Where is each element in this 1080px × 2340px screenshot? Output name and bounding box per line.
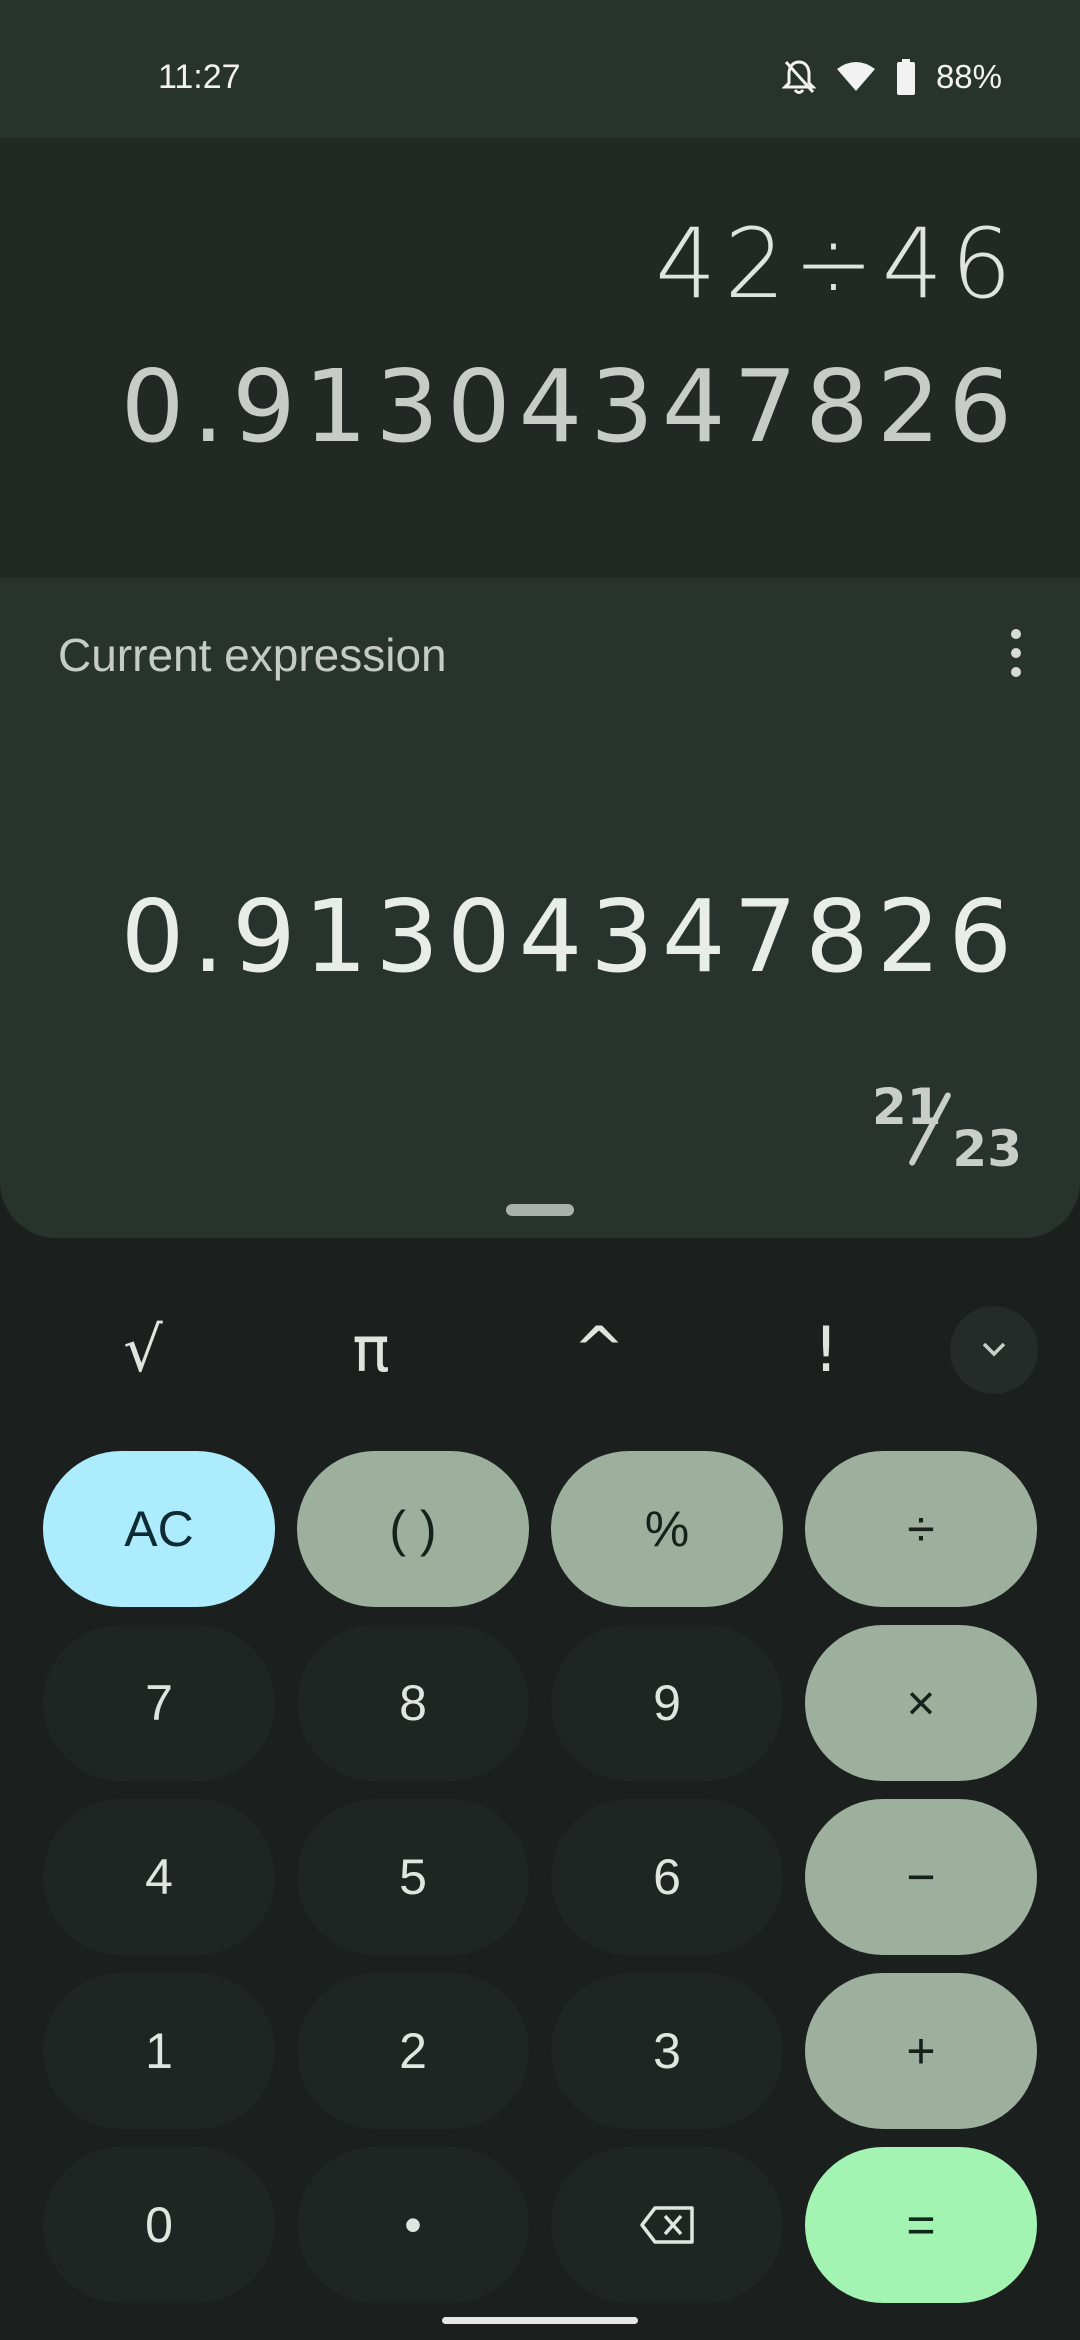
digit-1-button[interactable]: 1 (43, 1973, 275, 2129)
sqrt-button[interactable]: √ (83, 1300, 203, 1400)
history-expression[interactable]: 42÷46 (655, 208, 1020, 320)
digit-7-button[interactable]: 7 (43, 1625, 275, 1781)
divide-button[interactable]: ÷ (805, 1451, 1037, 1607)
decimal-button[interactable]: • (297, 2147, 529, 2303)
bell-off-icon (781, 58, 816, 96)
battery-icon (896, 59, 916, 95)
factorial-button[interactable]: ! (766, 1300, 886, 1400)
digit-2-button[interactable]: 2 (297, 1973, 529, 2129)
history-panel[interactable]: 42÷46 0.91304347826 (0, 138, 1080, 578)
digit-3-button[interactable]: 3 (551, 1973, 783, 2129)
digit-5-button[interactable]: 5 (297, 1799, 529, 1955)
fraction-denominator: 23 (952, 1120, 1022, 1178)
percent-button[interactable]: % (551, 1451, 783, 1607)
multiply-button[interactable]: × (805, 1625, 1037, 1781)
status-bar: 11:27 88% (0, 0, 1080, 138)
history-result[interactable]: 0.91304347826 (121, 348, 1020, 465)
digit-4-button[interactable]: 4 (43, 1799, 275, 1955)
backspace-button[interactable] (551, 2147, 783, 2303)
current-value: 0.91304347826 (120, 878, 1020, 995)
drag-handle[interactable] (506, 1204, 574, 1216)
expand-button[interactable] (950, 1306, 1038, 1394)
chevron-down-icon (982, 1342, 1006, 1357)
current-expression-label: Current expression (58, 629, 447, 681)
fraction-result[interactable]: 21 23 (872, 1078, 1022, 1178)
parentheses-button[interactable]: ( ) (297, 1451, 529, 1607)
digit-6-button[interactable]: 6 (551, 1799, 783, 1955)
power-button[interactable]: ^ (539, 1300, 659, 1400)
battery-percent: 88% (935, 58, 1002, 95)
equals-button[interactable]: = (805, 2147, 1037, 2303)
home-indicator[interactable] (442, 2317, 638, 2324)
backspace-icon (640, 2206, 694, 2244)
current-expression-panel: Current expression 0.91304347826 21 23 (0, 578, 1080, 1238)
digit-8-button[interactable]: 8 (297, 1625, 529, 1781)
digit-9-button[interactable]: 9 (551, 1625, 783, 1781)
clear-button[interactable]: AC (43, 1451, 275, 1607)
subtract-button[interactable]: − (805, 1799, 1037, 1955)
status-icons: 88% (781, 58, 1002, 96)
scientific-row: √ π ^ ! (0, 1300, 1080, 1400)
add-button[interactable]: + (805, 1973, 1037, 2129)
digit-0-button[interactable]: 0 (43, 2147, 275, 2303)
more-options-icon[interactable] (996, 626, 1036, 680)
pi-button[interactable]: π (311, 1300, 431, 1400)
wifi-icon (836, 61, 876, 93)
status-time: 11:27 (158, 58, 241, 96)
